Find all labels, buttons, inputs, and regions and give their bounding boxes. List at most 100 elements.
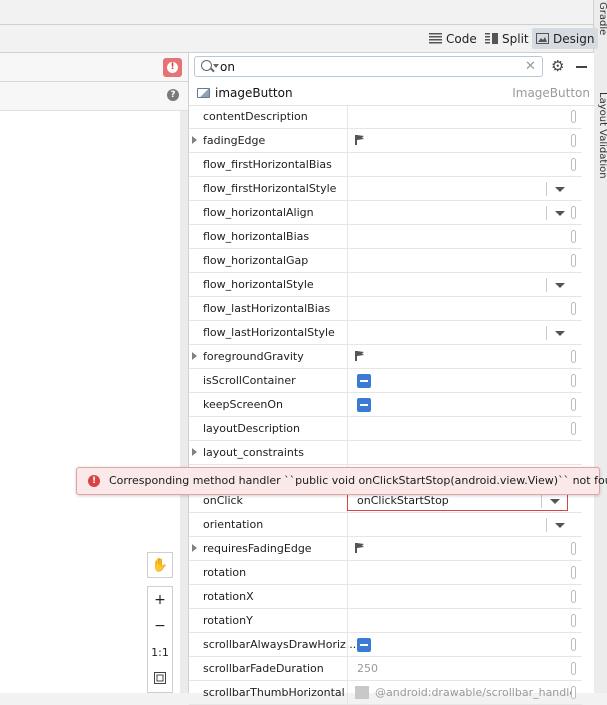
- attribute-row[interactable]: flow_horizontalGap: [189, 249, 582, 273]
- design-mode-button[interactable]: Design: [532, 28, 599, 49]
- resource-picker-button[interactable]: [571, 110, 576, 123]
- attribute-name: flow_horizontalStyle: [203, 278, 314, 291]
- resource-picker-button[interactable]: [571, 542, 576, 555]
- resource-picker-button[interactable]: [571, 254, 576, 267]
- split-mode-button[interactable]: Split: [481, 28, 533, 49]
- search-options-icon[interactable]: [213, 64, 219, 68]
- checkbox-indeterminate[interactable]: [357, 398, 371, 412]
- attribute-name: layoutDescription: [203, 422, 300, 435]
- attribute-row[interactable]: rotationY: [189, 609, 582, 633]
- column-divider: [347, 297, 348, 320]
- expand-arrow-icon[interactable]: [192, 136, 197, 144]
- resource-picker-button[interactable]: [571, 350, 576, 363]
- resource-picker-button[interactable]: [571, 134, 576, 147]
- attribute-row[interactable]: flow_lastHorizontalStyle: [189, 321, 582, 345]
- column-divider: [347, 345, 348, 368]
- layout-validation-tab[interactable]: Layout Validation: [594, 92, 607, 179]
- expand-arrow-icon[interactable]: [192, 448, 197, 456]
- selected-component-row: imageButton ImageButton: [189, 82, 594, 106]
- column-divider: [347, 537, 348, 560]
- help-icon[interactable]: ?: [167, 89, 179, 101]
- attribute-search-input[interactable]: [220, 58, 510, 75]
- attribute-row[interactable]: flow_lastHorizontalBias: [189, 297, 582, 321]
- resource-picker-button[interactable]: [571, 662, 576, 675]
- attribute-value[interactable]: onClickStartStop: [357, 494, 449, 507]
- dropdown-arrow-icon[interactable]: [546, 518, 572, 532]
- attribute-row[interactable]: foregroundGravity: [189, 345, 582, 369]
- dropdown-arrow-icon[interactable]: [546, 278, 572, 292]
- error-icon: !: [167, 62, 178, 73]
- resource-picker-button[interactable]: [571, 422, 576, 435]
- column-divider: [347, 153, 348, 176]
- attribute-name: flow_horizontalGap: [203, 254, 309, 267]
- attribute-name: flow_lastHorizontalStyle: [203, 326, 335, 339]
- zoom-to-fit-button[interactable]: [148, 665, 172, 691]
- attribute-row[interactable]: fadingEdge: [189, 129, 582, 153]
- split-icon: [485, 33, 498, 44]
- attribute-row[interactable]: contentDescription: [189, 105, 582, 129]
- attribute-row[interactable]: orientation: [189, 513, 582, 537]
- attribute-row[interactable]: rotation: [189, 561, 582, 585]
- attribute-row[interactable]: isScrollContainer: [189, 369, 582, 393]
- flag-icon[interactable]: [355, 135, 364, 145]
- attribute-search[interactable]: ✕: [194, 56, 543, 77]
- resource-picker-button[interactable]: [571, 302, 576, 315]
- attribute-row[interactable]: flow_horizontalAlign: [189, 201, 582, 225]
- dropdown-arrow-icon[interactable]: [541, 494, 567, 508]
- attribute-name: flow_firstHorizontalStyle: [203, 182, 337, 195]
- attribute-row[interactable]: scrollbarAlwaysDrawHoriz...: [189, 633, 582, 657]
- error-badge[interactable]: !: [163, 58, 182, 77]
- attribute-name: orientation: [203, 518, 264, 531]
- resource-picker-button[interactable]: [571, 566, 576, 579]
- checkbox-indeterminate[interactable]: [357, 638, 371, 652]
- code-mode-button[interactable]: Code: [425, 28, 481, 49]
- resource-picker-button[interactable]: [571, 614, 576, 627]
- actual-size-button[interactable]: 1:1: [148, 639, 172, 665]
- attribute-name: foregroundGravity: [203, 350, 304, 363]
- attribute-row[interactable]: keepScreenOn: [189, 393, 582, 417]
- resource-picker-button[interactable]: [571, 590, 576, 603]
- attribute-row[interactable]: flow_firstHorizontalStyle: [189, 177, 582, 201]
- attribute-value[interactable]: 250: [357, 662, 378, 675]
- attribute-row[interactable]: scrollbarFadeDuration 250: [189, 657, 582, 681]
- zoom-in-button[interactable]: +: [148, 587, 172, 613]
- column-divider: [347, 177, 348, 200]
- flag-icon[interactable]: [355, 543, 364, 553]
- attribute-row[interactable]: flow_firstHorizontalBias: [189, 153, 582, 177]
- flag-icon[interactable]: [355, 351, 364, 361]
- column-divider: [347, 585, 348, 608]
- resource-picker-button[interactable]: [571, 398, 576, 411]
- dropdown-arrow-icon[interactable]: [546, 182, 572, 196]
- pan-button[interactable]: ✋: [147, 552, 173, 578]
- dropdown-arrow-icon[interactable]: [546, 206, 572, 220]
- top-bar: [0, 0, 593, 25]
- gear-icon[interactable]: ⚙: [551, 57, 564, 75]
- attribute-name: rotationY: [203, 614, 253, 627]
- attribute-row[interactable]: requiresFadingEdge: [189, 537, 582, 561]
- split-mode-label: Split: [502, 31, 529, 46]
- resource-picker-button[interactable]: [571, 230, 576, 243]
- column-divider: [347, 321, 348, 344]
- checkbox-indeterminate[interactable]: [357, 374, 371, 388]
- image-icon: [536, 33, 549, 44]
- expand-arrow-icon[interactable]: [192, 544, 197, 552]
- attribute-row[interactable]: flow_horizontalBias: [189, 225, 582, 249]
- dropdown-arrow-icon[interactable]: [546, 326, 572, 340]
- attribute-name: onClick: [203, 494, 243, 507]
- minimize-icon[interactable]: [576, 66, 587, 68]
- attribute-row[interactable]: scrollbarThumbHorizontal @android:drawabl…: [189, 681, 582, 705]
- clear-search-icon[interactable]: ✕: [525, 59, 536, 74]
- resource-picker-button[interactable]: [571, 206, 576, 219]
- attribute-row[interactable]: layout_constraints: [189, 441, 582, 465]
- editor-mode-toolbar: Code Split Design: [0, 25, 599, 53]
- resource-picker-button[interactable]: [571, 374, 576, 387]
- attribute-name: scrollbarFadeDuration: [203, 662, 324, 675]
- attribute-row[interactable]: rotationX: [189, 585, 582, 609]
- resource-picker-button[interactable]: [571, 638, 576, 651]
- attribute-row[interactable]: layoutDescription: [189, 417, 582, 441]
- resource-picker-button[interactable]: [571, 158, 576, 171]
- attribute-row[interactable]: flow_horizontalStyle: [189, 273, 582, 297]
- zoom-out-button[interactable]: −: [148, 613, 172, 639]
- expand-arrow-icon[interactable]: [192, 352, 197, 360]
- column-divider: [347, 441, 348, 464]
